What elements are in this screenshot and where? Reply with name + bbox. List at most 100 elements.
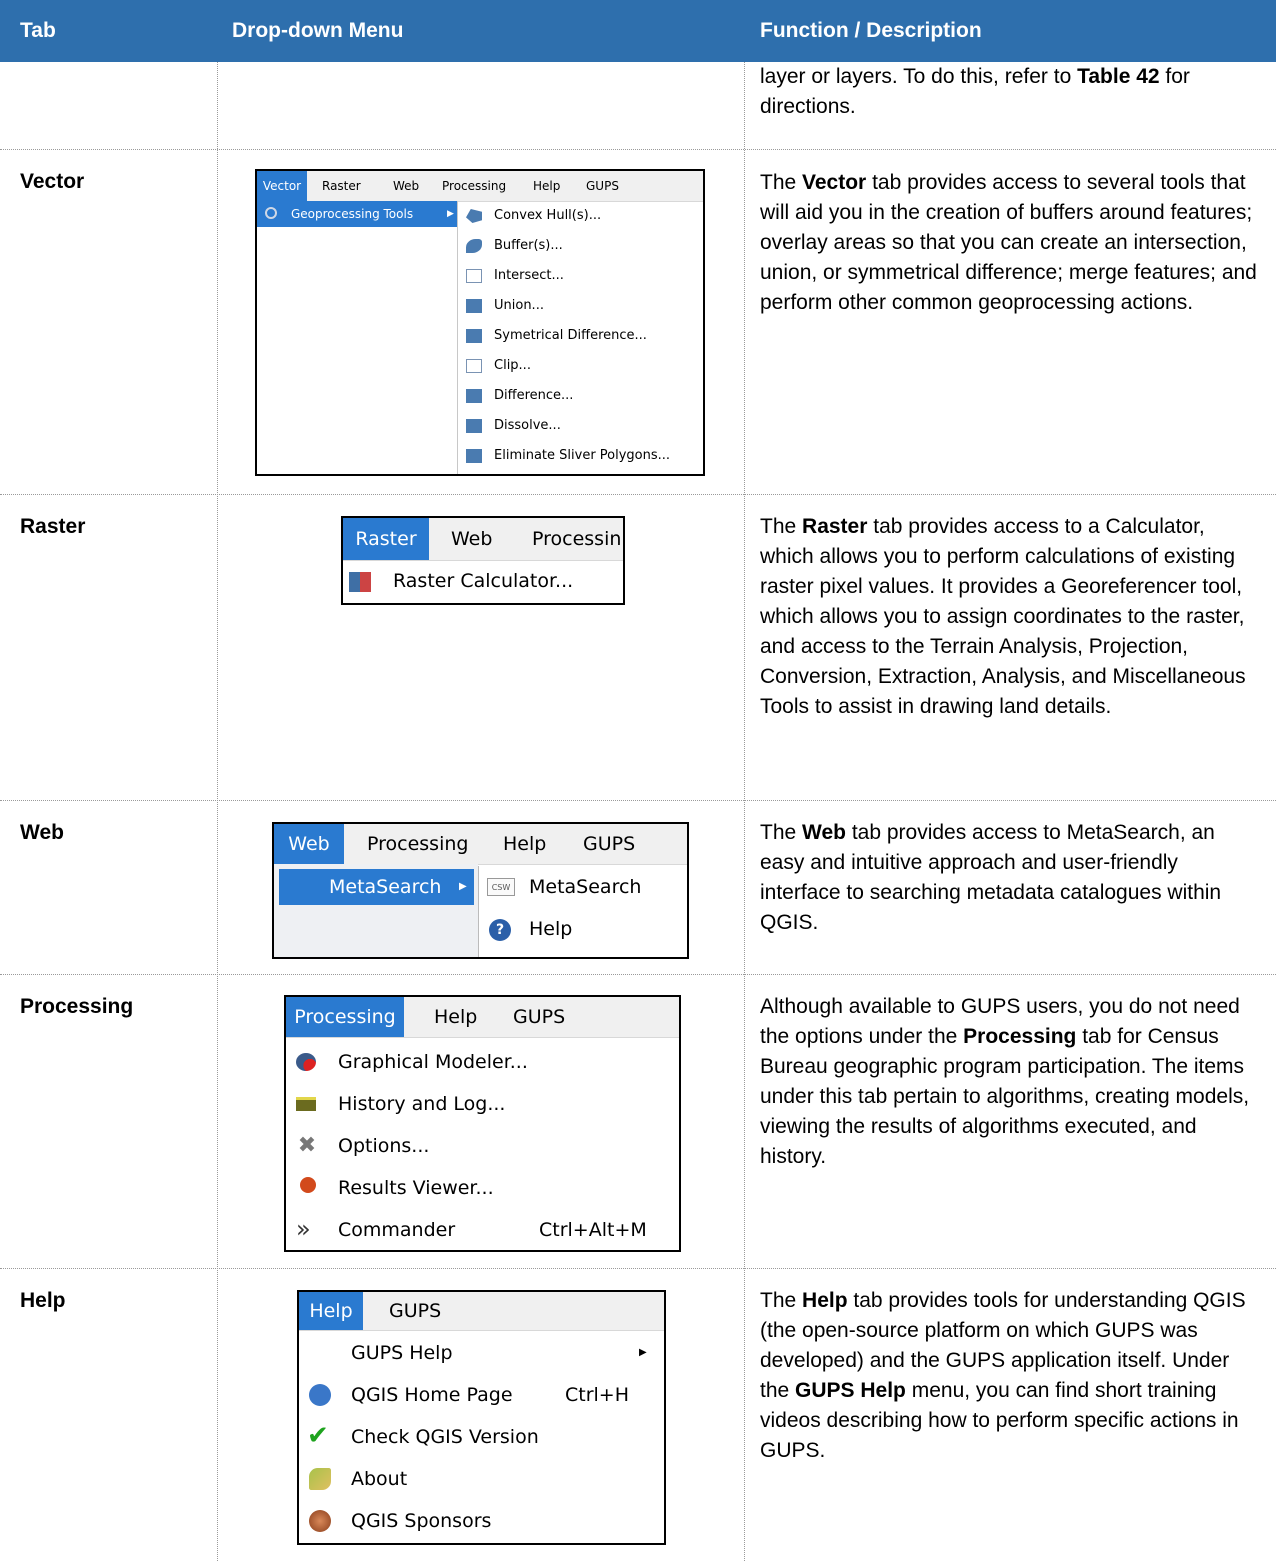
clip-item[interactable]: Clip... xyxy=(458,351,703,381)
metasearch-submenu-item[interactable]: MetaSearch ▶ xyxy=(279,869,474,905)
header-tab: Tab xyxy=(0,0,218,62)
raster-calculator-item[interactable]: Raster Calculator... xyxy=(343,560,623,603)
row-divider xyxy=(0,149,1276,150)
row-divider xyxy=(0,494,1276,495)
menubar-processing[interactable]: Processing xyxy=(286,997,404,1037)
vector-menu-screenshot: Vector Raster Web Processing Help GUPS G… xyxy=(255,169,705,476)
menubar-web[interactable]: Web xyxy=(274,824,344,864)
menubar: Raster Web Processin xyxy=(343,518,623,561)
convex-hull-item[interactable]: Convex Hull(s)... xyxy=(458,201,703,231)
menubar-web[interactable]: Web xyxy=(393,171,419,201)
menubar-help[interactable]: Help xyxy=(434,997,477,1037)
header-function: Function / Description xyxy=(744,0,1276,62)
buffer-item[interactable]: Buffer(s)... xyxy=(458,231,703,261)
menubar: Vector Raster Web Processing Help GUPS xyxy=(257,171,703,202)
column-divider xyxy=(217,62,218,1561)
menubar-gups[interactable]: GUPS xyxy=(513,997,565,1037)
checkmark-icon: ✔ xyxy=(307,1421,329,1451)
history-and-log-item[interactable]: History and Log... xyxy=(286,1083,679,1125)
help-menu-screenshot: Help GUPS GUPS Help ▶ QGIS Home Page Ctr… xyxy=(297,1290,666,1545)
processing-description: Although available to GUPS users, you do… xyxy=(760,995,1250,1168)
graphical-modeler-item[interactable]: Graphical Modeler... xyxy=(286,1041,679,1083)
menubar-gups[interactable]: GUPS xyxy=(583,824,635,864)
qgis-sponsors-item[interactable]: QGIS Sponsors xyxy=(299,1500,664,1542)
submenu-arrow-icon: ▶ xyxy=(459,881,467,892)
commander-shortcut: Ctrl+Alt+M xyxy=(539,1219,647,1241)
home-icon xyxy=(309,1384,331,1406)
row-divider xyxy=(0,974,1276,975)
menubar-help[interactable]: Help xyxy=(503,824,546,864)
intersect-item[interactable]: Intersect... xyxy=(458,261,703,291)
geoprocessing-tools-item[interactable]: Geoprocessing Tools ▶ xyxy=(257,201,458,227)
options-item[interactable]: ✖ Options... xyxy=(286,1125,679,1167)
submenu-arrow-icon: ▶ xyxy=(639,1347,647,1358)
raster-menu-screenshot: Raster Web Processin Raster Calculator..… xyxy=(341,516,625,605)
symetrical-difference-item[interactable]: Symetrical Difference... xyxy=(458,321,703,351)
double-chevron-icon: » xyxy=(296,1215,311,1243)
eliminate-sliver-icon xyxy=(466,449,482,463)
menubar-processing[interactable]: Processing xyxy=(367,824,468,864)
metasearch-submenu: CSW MetaSearch ? Help xyxy=(478,866,687,957)
submenu-arrow-icon: ▶ xyxy=(447,209,454,219)
reference-table: Tab Drop-down Menu Function / Descriptio… xyxy=(0,0,1276,1561)
menubar-gups[interactable]: GUPS xyxy=(586,171,619,201)
menubar-vector[interactable]: Vector xyxy=(257,171,307,201)
web-help-item[interactable]: ? Help xyxy=(479,908,687,950)
menubar-web[interactable]: Web xyxy=(451,518,492,560)
menubar: Help GUPS xyxy=(299,1292,664,1331)
difference-icon xyxy=(466,389,482,403)
row-divider xyxy=(0,1268,1276,1269)
gups-help-item[interactable]: GUPS Help ▶ xyxy=(299,1332,664,1374)
vector-description: The Vector tab provides access to severa… xyxy=(760,171,1257,314)
tab-help: Help xyxy=(20,1289,66,1312)
union-item[interactable]: Union... xyxy=(458,291,703,321)
commander-item[interactable]: » Commander Ctrl+Alt+M xyxy=(286,1209,679,1250)
union-icon xyxy=(466,299,482,313)
raster-description: The Raster tab provides access to a Calc… xyxy=(760,515,1246,718)
tab-processing: Processing xyxy=(20,995,134,1018)
tab-raster: Raster xyxy=(20,515,86,538)
menubar: Web Processing Help GUPS xyxy=(274,824,687,865)
dissolve-icon xyxy=(466,419,482,433)
metasearch-item[interactable]: CSW MetaSearch xyxy=(479,866,687,908)
difference-item[interactable]: Difference... xyxy=(458,381,703,411)
processing-menu-screenshot: Processing Help GUPS Graphical Modeler..… xyxy=(284,995,681,1252)
eliminate-sliver-polygons-item[interactable]: Eliminate Sliver Polygons... xyxy=(458,441,703,471)
menubar-raster[interactable]: Raster xyxy=(322,171,361,201)
continued-description: layer or layers. To do this, refer to Ta… xyxy=(760,65,1190,118)
menubar: Processing Help GUPS xyxy=(286,997,679,1038)
history-icon xyxy=(296,1097,316,1111)
menubar-help[interactable]: Help xyxy=(533,171,560,201)
graphical-modeler-icon xyxy=(296,1053,316,1071)
results-viewer-icon xyxy=(300,1177,316,1193)
convex-hull-icon xyxy=(466,209,482,223)
symetrical-difference-icon xyxy=(466,329,482,343)
row-divider xyxy=(0,800,1276,801)
help-icon: ? xyxy=(489,919,511,941)
clip-icon xyxy=(466,359,482,373)
header-dropdown-menu: Drop-down Menu xyxy=(218,0,744,62)
web-description: The Web tab provides access to MetaSearc… xyxy=(760,821,1222,934)
menubar-processing[interactable]: Processing xyxy=(442,171,506,201)
help-description: The Help tab provides tools for understa… xyxy=(760,1289,1246,1462)
tools-icon: ✖ xyxy=(297,1133,317,1158)
buffer-icon xyxy=(466,239,482,253)
check-qgis-version-item[interactable]: ✔ Check QGIS Version xyxy=(299,1416,664,1458)
menubar-raster[interactable]: Raster xyxy=(343,518,429,560)
about-item[interactable]: About xyxy=(299,1458,664,1500)
geoprocessing-submenu: Convex Hull(s)... Buffer(s)... Intersect… xyxy=(458,201,703,474)
column-divider xyxy=(744,62,745,1561)
results-viewer-item[interactable]: Results Viewer... xyxy=(286,1167,679,1209)
home-page-shortcut: Ctrl+H xyxy=(565,1384,630,1406)
qgis-home-page-item[interactable]: QGIS Home Page Ctrl+H xyxy=(299,1374,664,1416)
menubar-processing[interactable]: Processin xyxy=(532,518,621,560)
menubar-help[interactable]: Help xyxy=(299,1292,363,1330)
sponsors-icon xyxy=(309,1510,331,1532)
csw-icon: CSW xyxy=(487,878,515,896)
intersect-icon xyxy=(466,269,482,283)
menubar-gups[interactable]: GUPS xyxy=(389,1292,441,1330)
dissolve-item[interactable]: Dissolve... xyxy=(458,411,703,441)
gear-icon xyxy=(265,207,277,219)
raster-calculator-icon xyxy=(349,572,371,592)
tab-vector: Vector xyxy=(20,170,85,193)
